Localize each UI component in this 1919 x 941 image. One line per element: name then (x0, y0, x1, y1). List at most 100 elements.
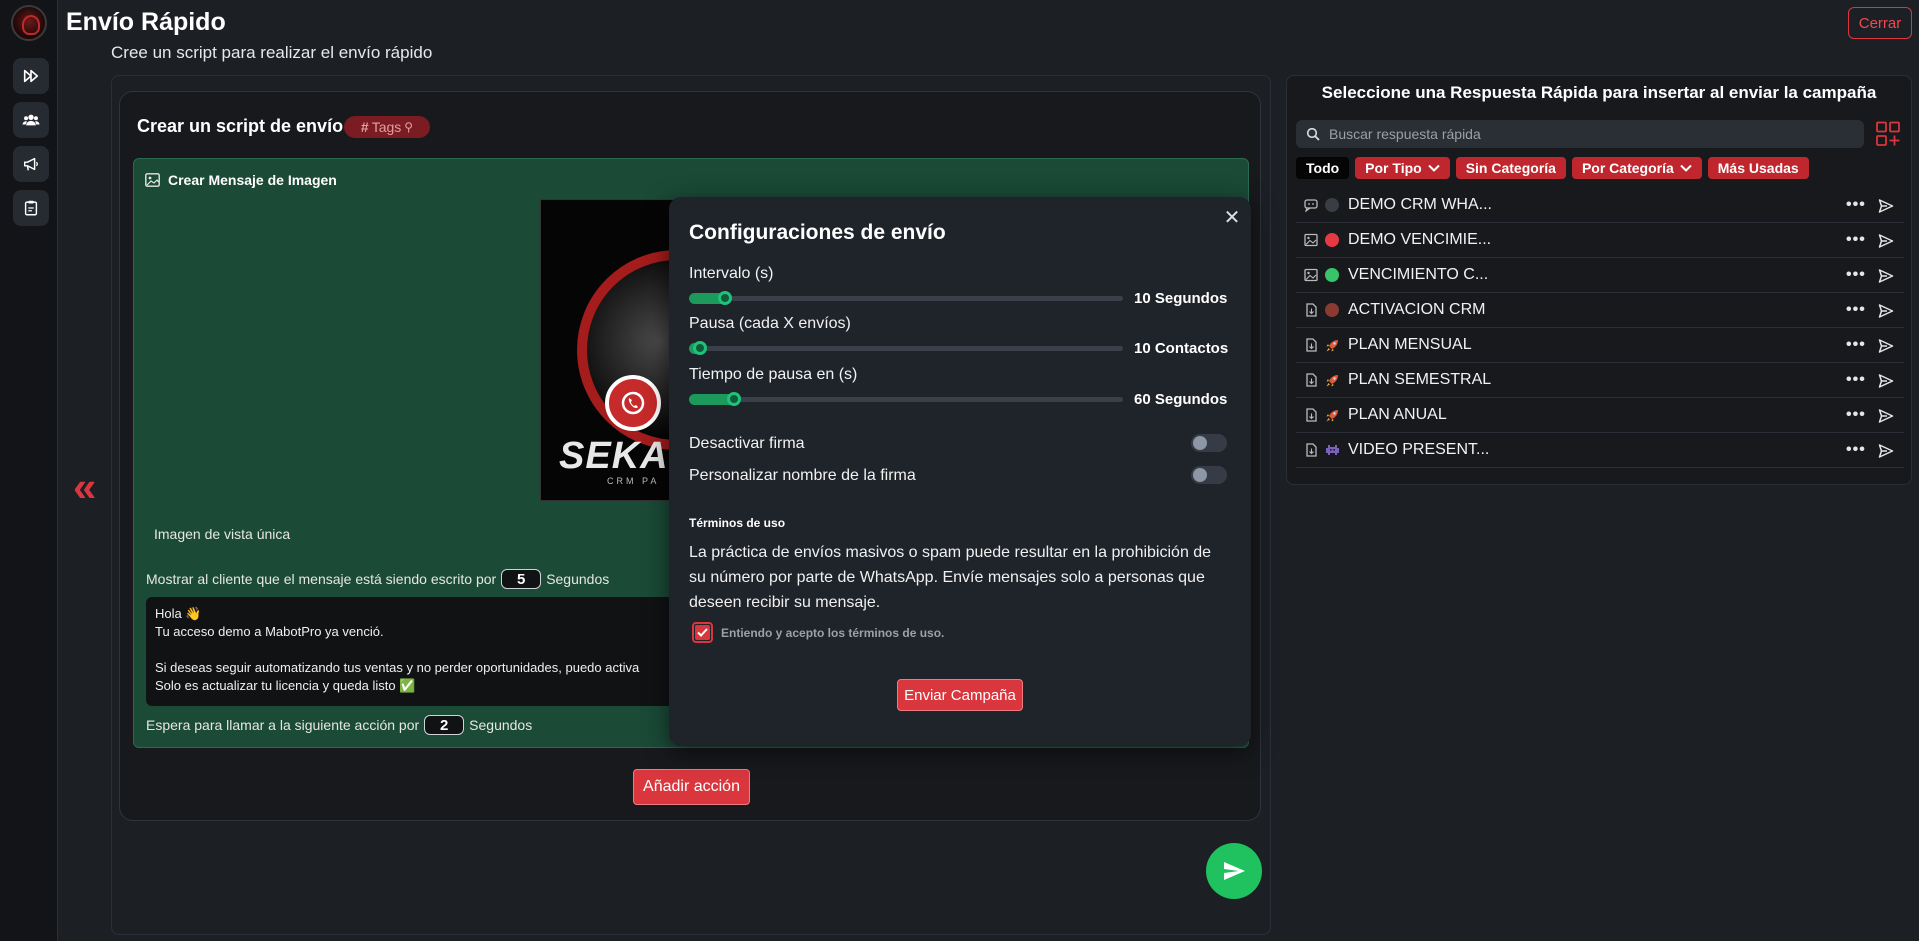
search-icon (1306, 127, 1320, 141)
collapse-panel-icon[interactable]: « (73, 466, 96, 508)
pause-time-value: 60 Segundos (1134, 391, 1228, 408)
tags-button[interactable]: # Tags ⚲ (344, 116, 430, 138)
send-icon[interactable] (1878, 408, 1894, 424)
send-icon[interactable] (1878, 338, 1894, 354)
fast-forward-icon[interactable] (13, 58, 49, 94)
quick-reply-item[interactable]: DEMO VENCIMIE... ••• (1296, 223, 1904, 258)
disable-signature-label: Desactivar firma (689, 435, 805, 452)
interval-label: Intervalo (s) (689, 265, 774, 282)
quick-reply-name: VIDEO PRESENT... (1348, 441, 1490, 458)
terms-body: La práctica de envíos masivos o spam pue… (689, 544, 1212, 611)
app-logo[interactable] (11, 5, 47, 41)
users-icon[interactable] (13, 102, 49, 138)
custom-signature-toggle[interactable] (1191, 466, 1227, 484)
quick-reply-item[interactable]: PLAN MENSUAL ••• (1296, 328, 1904, 363)
image-message-title: Crear Mensaje de Imagen (168, 172, 337, 188)
send-icon[interactable] (1878, 443, 1894, 459)
pause-slider[interactable] (689, 341, 1123, 355)
quick-reply-name: DEMO CRM WHA... (1348, 196, 1492, 213)
quick-reply-search[interactable] (1296, 120, 1864, 148)
quick-reply-item[interactable]: VENCIMIENTO C... ••• (1296, 258, 1904, 293)
quick-reply-filters: Todo Por Tipo Sin Categoría Por Categoría Má… (1296, 157, 1809, 179)
preview-brand-subtext: CRM PA (607, 476, 660, 486)
interval-slider[interactable] (689, 291, 1123, 305)
script-title: Crear un script de envío (137, 116, 344, 136)
color-dot (1324, 267, 1340, 283)
wait-seconds-input[interactable]: 2 (424, 715, 465, 735)
file-icon (1306, 443, 1317, 457)
more-options-icon[interactable]: ••• (1846, 266, 1866, 284)
quick-reply-name: PLAN MENSUAL (1348, 336, 1472, 353)
quick-reply-item[interactable]: VIDEO PRESENT... ••• (1296, 433, 1904, 468)
filter-chip[interactable]: Más Usadas (1707, 157, 1809, 179)
send-icon[interactable] (1878, 268, 1894, 284)
filter-label: Por Categoría (1581, 160, 1674, 176)
wait-suffix: Segundos (469, 717, 533, 733)
typing-seconds-input[interactable]: 5 (501, 569, 542, 589)
more-options-icon[interactable]: ••• (1846, 336, 1866, 354)
paperclip-icon: ⚲ (404, 120, 414, 134)
single-view-label: Imagen de vista única (154, 526, 291, 542)
quick-reply-item[interactable]: DEMO CRM WHA... ••• (1296, 188, 1904, 223)
color-dot (1324, 302, 1340, 318)
filter-chip[interactable]: Por Tipo (1355, 157, 1450, 179)
page-subtitle: Cree un script para realizar el envío rá… (111, 43, 433, 62)
image-icon (1304, 268, 1318, 282)
accept-terms-checkbox[interactable] (692, 622, 713, 643)
image-icon (145, 173, 160, 187)
filter-label: Por Tipo (1365, 160, 1422, 176)
close-button[interactable]: Cerrar (1848, 7, 1912, 39)
pause-time-slider[interactable] (689, 392, 1123, 406)
quick-reply-item[interactable]: PLAN ANUAL ••• (1296, 398, 1904, 433)
clipboard-icon[interactable] (13, 190, 49, 226)
modal-title: Configuraciones de envío (689, 221, 946, 244)
image-icon (1304, 233, 1318, 247)
send-icon[interactable] (1878, 303, 1894, 319)
image-preview[interactable]: SEKA CRM PA (540, 199, 680, 501)
rocket-icon (1324, 372, 1340, 388)
megaphone-icon[interactable] (13, 146, 49, 182)
chat-icon (1304, 199, 1318, 212)
filter-chip[interactable]: Todo (1296, 157, 1350, 179)
wait-delay-row: Espera para llamar a la siguiente acción… (146, 715, 532, 735)
accept-terms-row: Entiendo y acepto los términos de uso. (692, 622, 944, 643)
more-options-icon[interactable]: ••• (1846, 196, 1866, 214)
quick-reply-item[interactable]: PLAN SEMESTRAL ••• (1296, 363, 1904, 398)
chevron-down-icon (1680, 164, 1692, 172)
typing-suffix: Segundos (546, 571, 610, 587)
pause-label: Pausa (cada X envíos) (689, 315, 851, 332)
add-action-button[interactable]: Añadir acción (633, 769, 750, 805)
pause-slider-handle[interactable] (693, 341, 707, 355)
send-icon[interactable] (1878, 373, 1894, 389)
disable-signature-toggle[interactable] (1191, 434, 1227, 452)
add-grid-icon[interactable] (1876, 121, 1900, 147)
more-options-icon[interactable]: ••• (1846, 301, 1866, 319)
filter-label: Más Usadas (1717, 160, 1799, 176)
more-options-icon[interactable]: ••• (1846, 441, 1866, 459)
send-button[interactable] (1206, 843, 1262, 899)
quick-reply-list: DEMO CRM WHA... ••• DEMO VENCIMIE... ••• VEN… (1296, 188, 1904, 468)
typing-prefix: Mostrar al cliente que el mensaje está s… (146, 571, 497, 587)
wait-prefix: Espera para llamar a la siguiente acción… (146, 717, 420, 733)
more-options-icon[interactable]: ••• (1846, 231, 1866, 249)
interval-slider-handle[interactable] (718, 291, 733, 305)
color-dot-fill (1325, 303, 1339, 317)
send-campaign-button[interactable]: Enviar Campaña (897, 679, 1023, 711)
hash-icon: # (360, 119, 369, 135)
quick-reply-item[interactable]: ACTIVACION CRM ••• (1296, 293, 1904, 328)
quick-replies-title: Seleccione una Respuesta Rápida para ins… (1321, 83, 1877, 102)
pause-time-slider-handle[interactable] (726, 392, 741, 406)
search-input[interactable] (1329, 126, 1849, 142)
close-icon[interactable]: ✕ (1222, 207, 1242, 229)
more-options-icon[interactable]: ••• (1846, 406, 1866, 424)
filter-chip[interactable]: Sin Categoría (1455, 157, 1566, 179)
preview-brand-text: SEKA (559, 435, 669, 477)
send-icon[interactable] (1878, 233, 1894, 249)
quick-reply-name: DEMO VENCIMIE... (1348, 231, 1492, 248)
color-dot-fill (1325, 198, 1339, 212)
send-icon[interactable] (1878, 198, 1894, 214)
more-options-icon[interactable]: ••• (1846, 371, 1866, 389)
file-icon (1306, 303, 1317, 317)
filter-chip[interactable]: Por Categoría (1571, 157, 1702, 179)
file-icon (1306, 408, 1317, 422)
